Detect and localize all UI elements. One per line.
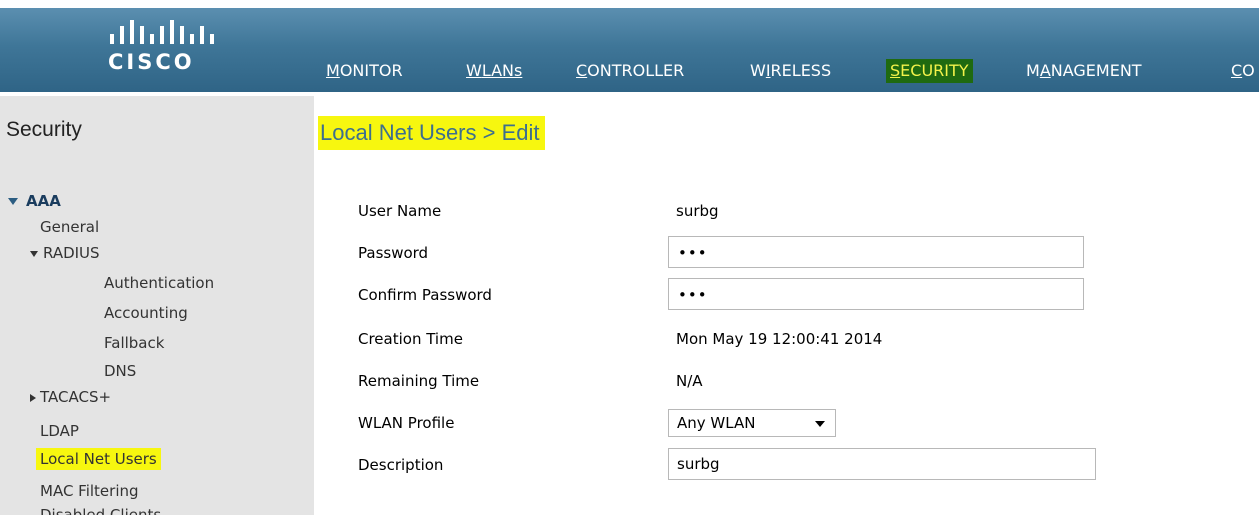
nav-label-pre: W: [750, 61, 766, 80]
description-label: Description: [358, 456, 444, 474]
sidebar-title: Security: [6, 118, 82, 141]
user-name-label: User Name: [358, 202, 442, 220]
nav-mnemonic: C: [576, 61, 588, 80]
sidebar-item-fallback[interactable]: Fallback: [104, 334, 164, 352]
chevron-down-icon: [815, 421, 825, 427]
nav-controller[interactable]: CONTROLLER: [576, 59, 684, 83]
nav-label-rest: RELESS: [770, 61, 832, 80]
nav-label-rest: NAGEMENT: [1050, 61, 1142, 80]
sidebar-item-ldap[interactable]: LDAP: [40, 422, 79, 440]
nav-commands-truncated[interactable]: CO: [1231, 59, 1255, 83]
chevron-down-icon: [8, 198, 18, 205]
wlan-profile-select[interactable]: Any WLAN: [668, 409, 836, 437]
nav-label-rest: LANs: [481, 61, 523, 80]
chevron-down-icon: [30, 250, 38, 257]
remaining-time-value: N/A: [676, 372, 703, 390]
chevron-right-icon: [30, 393, 36, 402]
sidebar-section-aaa[interactable]: AAA: [8, 192, 61, 210]
password-input[interactable]: •••: [668, 236, 1084, 268]
sidebar-item-dns[interactable]: DNS: [104, 362, 136, 380]
wlan-profile-label: WLAN Profile: [358, 414, 455, 432]
sidebar-item-mac-filtering[interactable]: MAC Filtering: [40, 482, 139, 500]
sidebar-item-general[interactable]: General: [40, 218, 99, 236]
nav-mnemonic: C: [1231, 61, 1243, 80]
sidebar-item-authentication[interactable]: Authentication: [104, 274, 214, 292]
nav-mnemonic: M: [326, 61, 340, 80]
password-mask: •••: [678, 244, 708, 262]
sidebar-item-label: TACACS+: [40, 388, 112, 406]
nav-wlans[interactable]: WLANs: [466, 59, 522, 83]
sidebar: Security AAA General RADIUS Authenticati…: [0, 96, 314, 515]
cisco-logo-text: CISCO: [108, 50, 195, 74]
creation-time-value: Mon May 19 12:00:41 2014: [676, 330, 883, 348]
sidebar-item-radius[interactable]: RADIUS: [30, 244, 100, 262]
user-name-value: surbg: [676, 202, 719, 220]
wlan-profile-selected: Any WLAN: [677, 414, 756, 432]
creation-time-label: Creation Time: [358, 330, 463, 348]
sidebar-item-label: RADIUS: [43, 244, 100, 262]
nav-monitor[interactable]: MONITOR: [326, 59, 403, 83]
sidebar-item-local-net-users[interactable]: Local Net Users: [36, 448, 161, 470]
nav-label-rest: ONITOR: [339, 61, 403, 80]
sidebar-item-disabled-clients[interactable]: Disabled Clients: [40, 506, 161, 515]
nav-wireless[interactable]: WIRELESS: [750, 59, 831, 83]
sidebar-item-tacacs[interactable]: TACACS+: [30, 388, 111, 406]
nav-security[interactable]: SECURITY: [886, 59, 973, 83]
password-label: Password: [358, 244, 429, 262]
nav-label-rest: O: [1242, 61, 1255, 80]
confirm-password-input[interactable]: •••: [668, 278, 1084, 310]
sidebar-item-accounting[interactable]: Accounting: [104, 304, 188, 322]
sidebar-section-label: AAA: [26, 192, 61, 210]
cisco-bars-icon: [110, 20, 214, 44]
nav-label-rest: ONTROLLER: [587, 61, 685, 80]
nav-mnemonic: W: [466, 61, 482, 80]
description-input[interactable]: surbg: [668, 448, 1096, 480]
page-title: Local Net Users > Edit: [318, 116, 546, 150]
top-navigation-bar: CISCO MONITOR WLANs CONTROLLER WIRELESS …: [0, 8, 1259, 92]
nav-mnemonic: S: [890, 61, 901, 80]
nav-management[interactable]: MANAGEMENT: [1026, 59, 1142, 83]
nav-label-pre: M: [1026, 61, 1040, 80]
nav-mnemonic: A: [1039, 61, 1051, 80]
nav-label-rest: ECURITY: [900, 61, 969, 80]
remaining-time-label: Remaining Time: [358, 372, 480, 390]
cisco-logo[interactable]: CISCO: [108, 20, 218, 80]
confirm-password-label: Confirm Password: [358, 286, 492, 304]
password-mask: •••: [678, 286, 708, 304]
